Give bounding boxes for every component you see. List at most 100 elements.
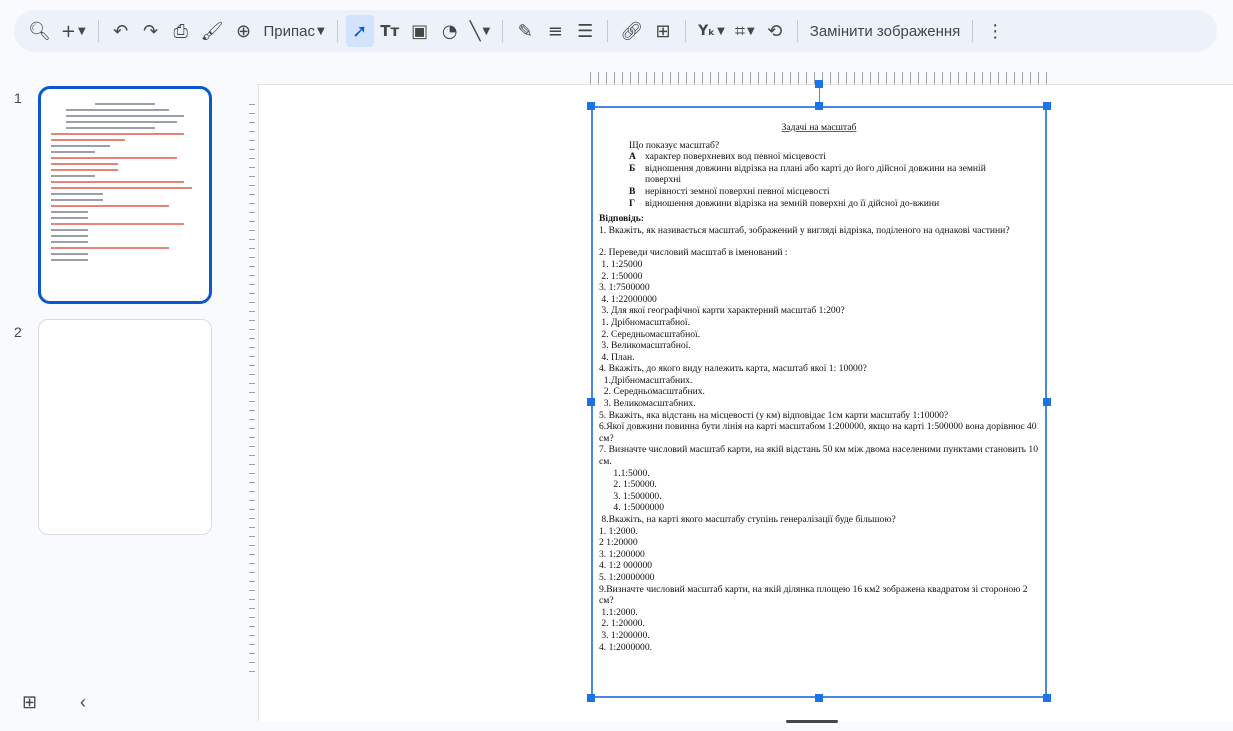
zoom-icon[interactable]: ⊕ <box>230 15 258 47</box>
resize-handle-bottom-left[interactable] <box>587 694 595 702</box>
document-line: 4. 1:2 000000 <box>599 560 653 572</box>
document-line: 9.Визначте числовий масштаб карти, на як… <box>599 583 1030 607</box>
document-line: 2. 1:20000. <box>599 618 645 630</box>
document-line: 4. 1:2000000. <box>599 641 653 653</box>
border-color-icon[interactable]: ✎ <box>511 15 539 47</box>
document-line: 5. 1:20000000 <box>599 571 655 583</box>
answer-option: Внерівності земної поверхні певної місце… <box>599 186 1039 198</box>
document-line: 1.1:2000. <box>599 606 638 618</box>
new-slide-button[interactable]: + ▼ <box>57 15 90 47</box>
answer-option: Гвідношення довжини відрізка на земній п… <box>599 198 1039 210</box>
rotate-handle[interactable] <box>815 80 823 88</box>
answer-option: Бвідношення довжини відрізка на плані аб… <box>599 163 1039 186</box>
document-line: 4. План. <box>599 351 635 363</box>
chevron-down-icon[interactable]: ▼ <box>78 26 86 37</box>
text-box-icon[interactable]: Tт <box>376 15 404 47</box>
chevron-down-icon[interactable]: ▼ <box>717 26 725 37</box>
document-title: Задачі на масштаб <box>781 122 857 133</box>
document-content: Задачі на масштаб Що показує масштаб? Ах… <box>599 122 1039 653</box>
question-text: Що показує масштаб? <box>629 139 720 151</box>
document-line: 4. 1:22000000 <box>599 293 657 305</box>
redo-icon[interactable]: ↷ <box>137 15 165 47</box>
option-text: нерівності земної поверхні певної місцев… <box>645 185 830 197</box>
document-line: 1.1:5000. <box>599 467 650 479</box>
zoom-menu-label: Припас <box>263 22 315 40</box>
document-line: 3. 1:200000 <box>599 548 645 560</box>
divider <box>796 20 798 42</box>
add-comment-icon[interactable]: ⊞ <box>649 15 677 47</box>
document-line: 2 1:20000 <box>599 537 638 549</box>
print-icon[interactable]: ⎙ <box>167 15 195 47</box>
resize-handle-left[interactable] <box>587 398 595 406</box>
resize-handle-top-left[interactable] <box>587 102 595 110</box>
document-line: 2. 1:50000. <box>599 479 657 491</box>
chevron-down-icon: ▼ <box>316 25 325 37</box>
document-line: 4. Вкажіть, до якого виду належить карта… <box>599 363 867 375</box>
document-line: 2. Переведи числовий масштаб в іменовани… <box>599 247 788 259</box>
shape-icon[interactable]: ◔ <box>436 15 464 47</box>
insert-link-icon[interactable]: 🔗︎ <box>616 15 647 47</box>
zoom-menu[interactable]: Припас ▼ <box>260 15 329 47</box>
slide-thumbnail-2[interactable] <box>38 319 212 535</box>
slide-number: 1 <box>14 90 22 106</box>
document-image[interactable]: Задачі на масштаб Що показує масштаб? Ах… <box>591 106 1047 698</box>
option-text: відношення довжини відрізка на плані або… <box>645 162 986 186</box>
reset-image-icon[interactable]: ⟲ <box>761 15 789 47</box>
resize-handle-right[interactable] <box>1043 398 1051 406</box>
document-line: 2. Середньомасштабних. <box>599 386 705 398</box>
border-weight-icon[interactable]: ≡ <box>541 15 569 47</box>
document-lines: 1. Вкажіть, як називається масштаб, зобр… <box>599 225 1039 653</box>
document-line: 5. Вкажіть, яка відстань на місцевості (… <box>599 409 949 421</box>
option-letter: В <box>629 185 636 197</box>
image-options-icon[interactable]: Yₖ ▼ <box>694 15 729 47</box>
resize-handle-bottom[interactable] <box>815 694 823 702</box>
line-icon[interactable]: ╲ ▼ <box>466 15 495 47</box>
border-dash-icon[interactable]: ☰ <box>571 15 599 47</box>
chevron-down-icon[interactable]: ▼ <box>747 26 755 37</box>
resize-handle-top-right[interactable] <box>1043 102 1051 110</box>
divider <box>336 20 338 42</box>
answer-heading: Відповідь: <box>599 213 644 225</box>
document-line: 6.Якої довжини повинна бути лінія на кар… <box>599 421 1039 444</box>
document-line: 2. Середньомасштабної. <box>599 328 701 340</box>
document-line: 2. 1:50000 <box>599 270 643 282</box>
document-line: 8.Вкажіть, на карті якого масштабу ступі… <box>599 514 896 525</box>
slide-thumbnail-1[interactable] <box>38 86 212 304</box>
divider <box>972 20 974 42</box>
collapse-filmstrip-icon[interactable]: ‹ <box>80 692 86 713</box>
slide-filmstrip: 1 2 <box>0 62 230 731</box>
document-line: 3. Для якої географічної карти характерн… <box>599 305 845 317</box>
grid-view-icon[interactable]: ⊞ <box>22 692 37 713</box>
paint-format-icon[interactable]: 🖌︎ <box>197 15 228 47</box>
divider <box>685 20 687 42</box>
search-menus-icon[interactable]: 🔍︎ <box>24 15 55 47</box>
divider <box>607 20 609 42</box>
resize-handle-top[interactable] <box>815 102 823 110</box>
undo-icon[interactable]: ↶ <box>107 15 135 47</box>
document-line: 3. 1:200000. <box>599 629 650 641</box>
vertical-ruler <box>241 104 257 678</box>
option-letter: Б <box>629 162 636 174</box>
select-tool-icon[interactable]: ➚ <box>345 15 374 47</box>
document-line: 1. 1:25000 <box>599 258 643 270</box>
document-line: 1.Дрібномасштабних. <box>599 374 693 386</box>
document-line: 1. Вкажіть, як називається масштаб, зобр… <box>599 224 1010 236</box>
option-letter: А <box>629 151 636 163</box>
resize-handle-bottom-right[interactable] <box>1043 694 1051 702</box>
document-line: 3. 1:500000. <box>599 490 662 502</box>
divider <box>502 20 504 42</box>
document-line: 1. Дрібномасштабної. <box>599 316 690 328</box>
document-line: 3. Великомасштабної. <box>599 340 691 352</box>
crop-icon[interactable]: ⌗ ▼ <box>731 15 759 47</box>
document-line: 1. 1:2000. <box>599 525 638 537</box>
option-text: відношення довжини відрізка на земній по… <box>645 197 940 209</box>
thumbnail-preview <box>51 103 199 265</box>
document-line: 3. 1:7500000 <box>599 282 650 294</box>
chevron-down-icon[interactable]: ▼ <box>483 26 491 37</box>
speaker-notes-handle[interactable] <box>786 720 838 723</box>
replace-image-button[interactable]: Замінити зображення <box>806 15 965 47</box>
answer-option: Ахарактер поверхневих вод певної місцево… <box>599 151 1039 163</box>
insert-image-icon[interactable]: ▣ <box>406 15 434 47</box>
more-options-icon[interactable]: ⋮ <box>981 15 1009 47</box>
